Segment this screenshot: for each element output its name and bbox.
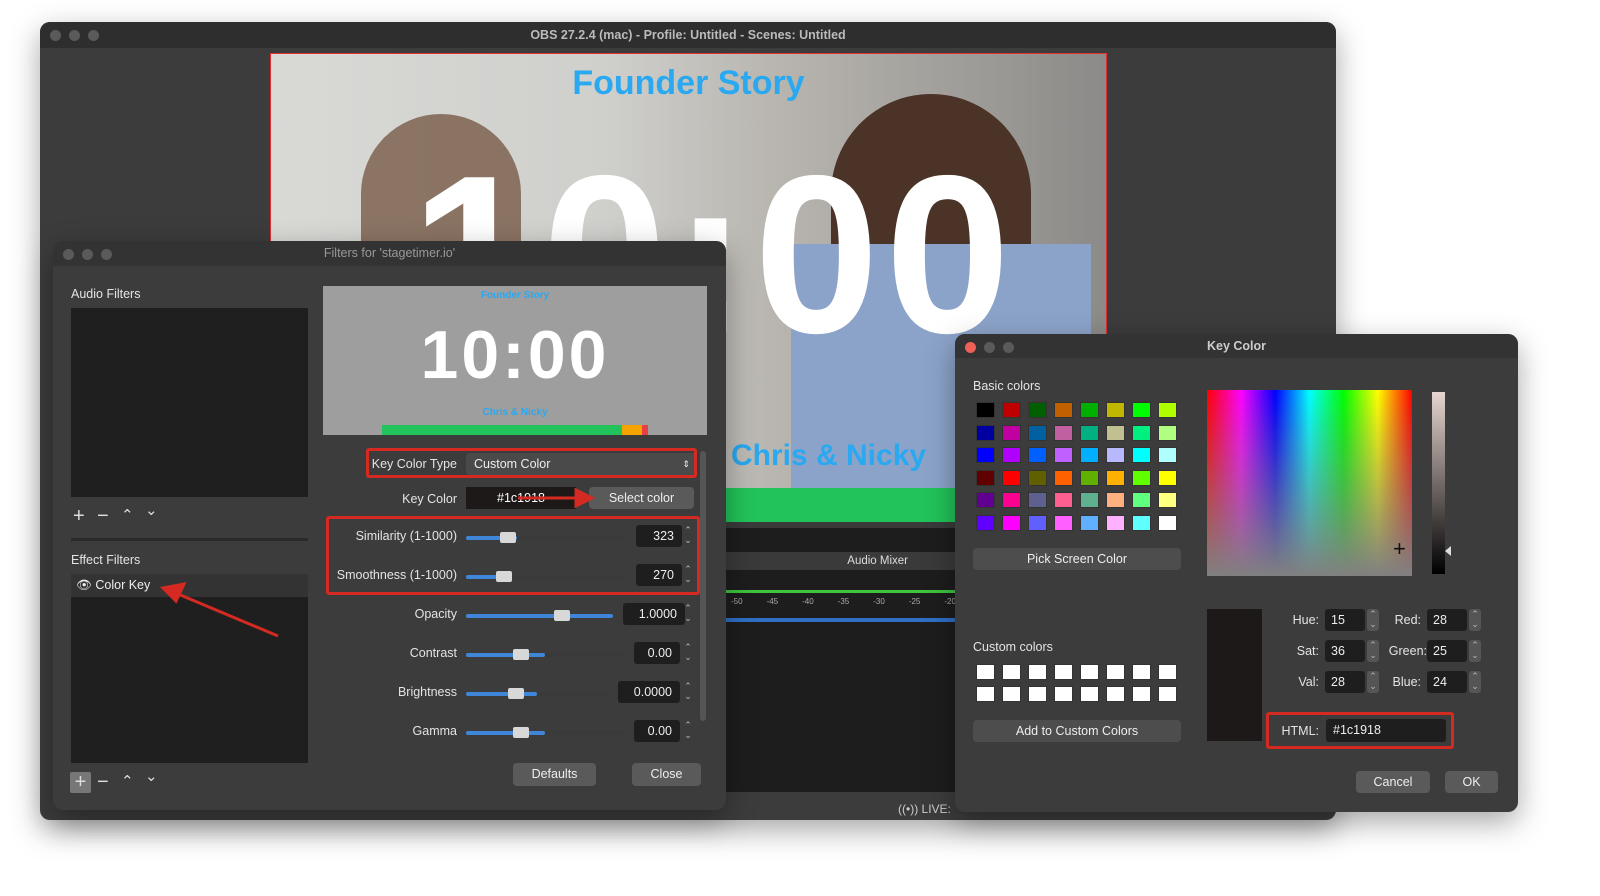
arrow-to-color-key — [159, 581, 279, 638]
annotation-arrows — [159, 487, 596, 638]
arrow-to-select-color — [518, 487, 596, 509]
